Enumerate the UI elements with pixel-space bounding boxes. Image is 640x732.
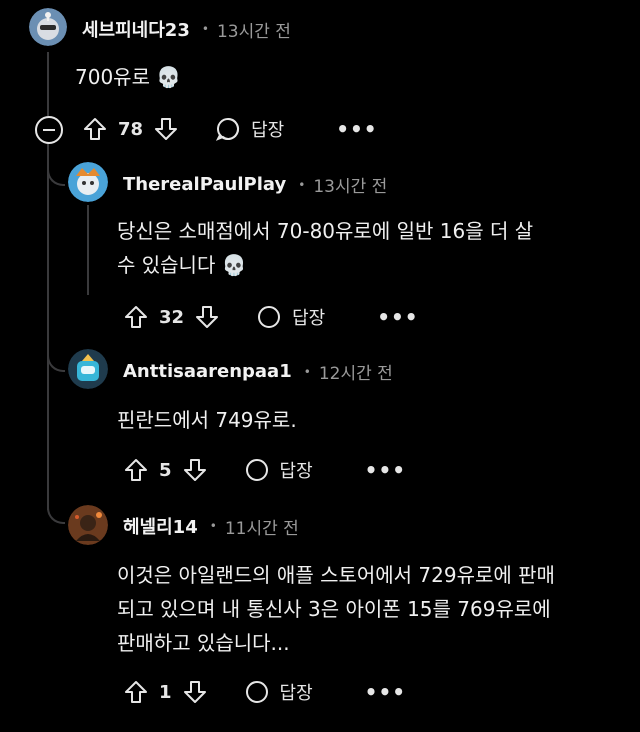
- collapse-icon[interactable]: [35, 116, 63, 144]
- upvote-icon[interactable]: [82, 116, 108, 142]
- reply-button[interactable]: 답장: [215, 116, 284, 142]
- thread-line-main: [47, 52, 49, 116]
- vote-count: 32: [159, 306, 185, 328]
- avatar[interactable]: [68, 505, 108, 545]
- comment-body: 당신은 소매점에서 70-80유로에 일반 16을 더 살 수 있습니다 💀: [117, 214, 533, 282]
- comment-actions: 5 답장 •••: [123, 455, 406, 485]
- comment-header: 세브피네다23 • 13시간 전: [82, 16, 291, 42]
- comment-header: TherealPaulPlay • 13시간 전: [123, 172, 387, 197]
- vote-count: 5: [159, 459, 172, 481]
- reply-button[interactable]: 답장: [256, 304, 325, 330]
- more-options-button[interactable]: •••: [365, 680, 406, 704]
- downvote-icon[interactable]: [153, 116, 179, 142]
- comment-text-line: 판매하고 있습니다...: [117, 631, 290, 655]
- comment-actions: 78 답장 •••: [82, 114, 378, 144]
- separator-dot: •: [303, 364, 311, 379]
- comment-bubble-icon: [256, 304, 282, 330]
- vote-count: 1: [159, 681, 172, 703]
- reply-label: 답장: [279, 683, 313, 704]
- downvote-icon[interactable]: [182, 679, 208, 705]
- thread-connector: [47, 170, 65, 186]
- username[interactable]: 헤넬리14: [123, 513, 198, 539]
- thread-connector: [47, 508, 65, 524]
- reply-label: 답장: [292, 308, 326, 329]
- timestamp: 11시간 전: [224, 518, 299, 539]
- upvote-icon[interactable]: [123, 304, 149, 330]
- username[interactable]: 세브피네다23: [82, 16, 190, 42]
- more-options-button[interactable]: •••: [336, 117, 377, 141]
- reply-label: 답장: [279, 461, 313, 482]
- timestamp: 13시간 전: [216, 21, 291, 42]
- avatar[interactable]: [29, 8, 67, 46]
- more-options-button[interactable]: •••: [365, 458, 406, 482]
- separator-dot: •: [201, 22, 209, 36]
- downvote-icon[interactable]: [194, 304, 220, 330]
- comment-actions: 32 답장 •••: [123, 302, 419, 332]
- comment-text-line: 이것은 아일랜드의 애플 스토어에서 729유로에 판매: [117, 563, 555, 587]
- downvote-icon[interactable]: [182, 457, 208, 483]
- username[interactable]: TherealPaulPlay: [123, 174, 286, 195]
- comment-text-line: 핀란드에서 749유로.: [117, 408, 297, 432]
- timestamp: 12시간 전: [318, 364, 393, 384]
- comment-header: 헤넬리14 • 11시간 전: [123, 513, 299, 539]
- upvote-icon[interactable]: [123, 679, 149, 705]
- comment-bubble-icon: [215, 116, 241, 142]
- reply-button[interactable]: 답장: [244, 679, 313, 705]
- comment-body: 이것은 아일랜드의 애플 스토어에서 729유로에 판매 되고 있으며 내 통신…: [117, 558, 555, 660]
- upvote-icon[interactable]: [123, 457, 149, 483]
- comment-bubble-icon: [244, 679, 270, 705]
- comment-actions: 1 답장 •••: [123, 677, 406, 707]
- comment-text-line: 수 있습니다 💀: [117, 253, 247, 277]
- more-options-button[interactable]: •••: [377, 305, 418, 329]
- reply-button[interactable]: 답장: [244, 457, 313, 483]
- comment-text-line: 당신은 소매점에서 70-80유로에 일반 16을 더 살: [117, 219, 534, 243]
- thread-line-children: [47, 142, 49, 510]
- comment-text-line: 700유로 💀: [75, 65, 182, 89]
- separator-dot: •: [298, 177, 306, 192]
- avatar[interactable]: [68, 349, 108, 389]
- comment-thread: 세브피네다23 • 13시간 전 700유로 💀 78 답장 ••• There…: [0, 0, 640, 732]
- vote-count: 78: [118, 118, 144, 140]
- comment-bubble-icon: [244, 457, 270, 483]
- comment-text-line: 되고 있으며 내 통신사 3은 아이폰 15를 769유로에: [117, 597, 551, 621]
- username[interactable]: Anttisaarenpaa1: [123, 361, 292, 382]
- separator-dot: •: [209, 519, 217, 533]
- thread-line-nested: [87, 205, 89, 295]
- timestamp: 13시간 전: [313, 177, 388, 197]
- reply-label: 답장: [251, 120, 285, 141]
- comment-body: 핀란드에서 749유로.: [117, 403, 297, 437]
- avatar[interactable]: [68, 162, 108, 202]
- comment-body: 700유로 💀: [75, 60, 181, 94]
- thread-connector: [47, 356, 65, 372]
- comment-header: Anttisaarenpaa1 • 12시간 전: [123, 359, 393, 384]
